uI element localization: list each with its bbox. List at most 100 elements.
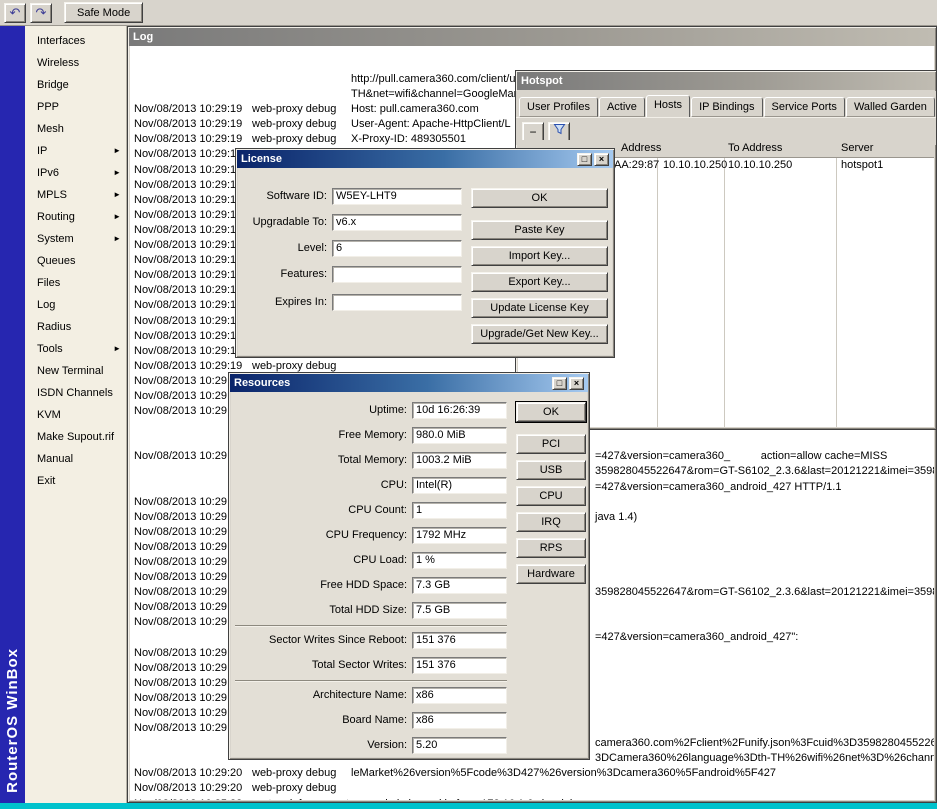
log-message-fragment: =427&version=camera360_ action=allow cac… bbox=[595, 450, 888, 463]
table-cell: 10.10.10.250 bbox=[728, 159, 793, 171]
dialog-button[interactable]: Hardware bbox=[516, 564, 586, 584]
sidebar-item[interactable]: Bridge bbox=[25, 74, 126, 96]
sidebar-item[interactable]: Wireless bbox=[25, 52, 126, 74]
redo-button[interactable]: ↷ bbox=[30, 2, 52, 23]
dialog-button[interactable]: CPU bbox=[516, 486, 586, 506]
sidebar-item[interactable]: New Terminal bbox=[25, 360, 126, 382]
column-separator bbox=[724, 140, 725, 427]
dialog-button[interactable]: RPS bbox=[516, 538, 586, 558]
sidebar-item[interactable]: ISDN Channels bbox=[25, 382, 126, 404]
hotspot-tab[interactable]: Active bbox=[598, 97, 645, 117]
field-value[interactable]: 5.20 bbox=[412, 737, 507, 754]
field-value[interactable]: 10d 16:26:39 bbox=[412, 402, 507, 419]
field-value[interactable] bbox=[332, 266, 462, 283]
safe-mode-button[interactable]: Safe Mode bbox=[64, 2, 144, 23]
sidebar-item[interactable]: IP ► bbox=[25, 140, 126, 162]
sidebar-item[interactable]: Tools ► bbox=[25, 338, 126, 360]
log-message-fragment: java 1.4) bbox=[595, 510, 638, 523]
dialog-button[interactable]: Update License Key bbox=[471, 298, 608, 318]
sidebar-item[interactable]: KVM bbox=[25, 404, 126, 426]
log-message: leMarket%26version%5Fcode%3D427%26versio… bbox=[351, 767, 776, 780]
column-header[interactable]: Server bbox=[841, 142, 873, 154]
field-value[interactable]: x86 bbox=[412, 687, 507, 704]
title-bar[interactable]: License □ × bbox=[237, 150, 613, 168]
log-topics: web-proxy debug bbox=[252, 133, 337, 146]
field-value[interactable]: 151 376 bbox=[412, 657, 507, 674]
field-value[interactable]: Intel(R) bbox=[412, 477, 507, 494]
hotspot-tab[interactable]: IP Bindings bbox=[691, 97, 763, 117]
log-row[interactable]: Nov/08/2013 10:29:20 web-proxy debug leM… bbox=[130, 766, 934, 781]
field-value[interactable]: v6.x bbox=[332, 214, 462, 231]
dialog-button[interactable]: OK bbox=[471, 188, 608, 208]
field-value[interactable]: W5EY-LHT9 bbox=[332, 188, 462, 205]
window-control-button[interactable]: × bbox=[594, 152, 609, 166]
sidebar-item[interactable]: Mesh bbox=[25, 118, 126, 140]
resources-dialog: Resources □ × Uptime: 10d 16:26:39 Free M… bbox=[228, 372, 590, 760]
undo-button[interactable]: ↶ bbox=[4, 2, 26, 23]
sidebar-item[interactable]: Make Supout.rif bbox=[25, 426, 126, 448]
window-control-button[interactable]: □ bbox=[552, 376, 567, 390]
title-bar[interactable]: Log bbox=[129, 28, 935, 46]
field-value[interactable]: 1 bbox=[412, 502, 507, 519]
window-control-button[interactable]: × bbox=[569, 376, 584, 390]
sidebar-item[interactable]: Radius bbox=[25, 316, 126, 338]
log-date: Nov/08/2013 10:29:19 bbox=[134, 284, 243, 297]
field-value[interactable] bbox=[332, 294, 462, 311]
main-toolbar: ↶ ↷ Safe Mode bbox=[0, 0, 937, 26]
filter-button[interactable] bbox=[548, 121, 570, 142]
sidebar-item[interactable]: Interfaces bbox=[25, 30, 126, 52]
hotspot-tab[interactable]: Hosts bbox=[645, 95, 691, 117]
dialog-button[interactable]: Import Key... bbox=[471, 246, 608, 266]
log-row[interactable]: Nov/08/2013 10:29:20 web-proxy debug bbox=[130, 781, 934, 796]
sidebar-item-label: Manual bbox=[37, 453, 74, 465]
field-value[interactable]: 6 bbox=[332, 240, 462, 257]
field-value[interactable]: 151 376 bbox=[412, 632, 507, 649]
sidebar-item[interactable]: MPLS ► bbox=[25, 184, 126, 206]
sidebar-item-label: IPv6 bbox=[37, 167, 60, 179]
dialog-button[interactable]: USB bbox=[516, 460, 586, 480]
dialog-button[interactable]: Upgrade/Get New Key... bbox=[471, 324, 608, 344]
field-value[interactable]: 7.5 GB bbox=[412, 602, 507, 619]
field-value[interactable]: 980.0 MiB bbox=[412, 427, 507, 444]
submenu-arrow-icon: ► bbox=[113, 234, 121, 243]
sidebar-item[interactable]: Files bbox=[25, 272, 126, 294]
submenu-arrow-icon: ► bbox=[113, 190, 121, 199]
brand-strip: RouterOS WinBox bbox=[0, 26, 25, 803]
field-label: Expires In: bbox=[275, 296, 327, 308]
sidebar-item[interactable]: PPP bbox=[25, 96, 126, 118]
field-label: Version: bbox=[367, 739, 407, 751]
dialog-button[interactable]: PCI bbox=[516, 434, 586, 454]
title-bar[interactable]: Resources □ × bbox=[230, 374, 588, 392]
field-value[interactable]: 1 % bbox=[412, 552, 507, 569]
field-value[interactable]: 7.3 GB bbox=[412, 577, 507, 594]
sidebar-item[interactable]: Exit bbox=[25, 470, 126, 492]
log-date: Nov/08/2013 10:29:19 bbox=[134, 269, 243, 282]
dialog-button[interactable]: Paste Key bbox=[471, 220, 608, 240]
field-value[interactable]: 1003.2 MiB bbox=[412, 452, 507, 469]
sidebar-item[interactable]: IPv6 ► bbox=[25, 162, 126, 184]
hotspot-tabs: User Profiles Active Hosts IP Bindings Servi… bbox=[516, 91, 936, 117]
hotspot-tab[interactable]: Walled Garden bbox=[845, 97, 935, 117]
column-header[interactable]: To Address bbox=[728, 142, 782, 154]
log-message-fragment: =427&version=camera360_android_427 HTTP/… bbox=[595, 480, 842, 493]
title-bar[interactable]: Hotspot bbox=[517, 72, 935, 90]
log-date: Nov/08/2013 10:29:19 bbox=[134, 223, 243, 236]
sidebar-item[interactable]: Log bbox=[25, 294, 126, 316]
column-header[interactable]: Address bbox=[621, 142, 661, 154]
window-control-button[interactable]: □ bbox=[577, 152, 592, 166]
sidebar-item[interactable]: Routing ► bbox=[25, 206, 126, 228]
hotspot-tab[interactable]: Service Ports bbox=[763, 97, 845, 117]
sidebar-item[interactable]: Manual bbox=[25, 448, 126, 470]
remove-button[interactable]: − bbox=[522, 121, 544, 142]
field-value[interactable]: 1792 MHz bbox=[412, 527, 507, 544]
log-row[interactable]: Nov/08/2013 10:35:38 system info account… bbox=[130, 797, 934, 801]
sidebar-item[interactable]: System ► bbox=[25, 228, 126, 250]
dialog-button[interactable]: OK bbox=[516, 402, 586, 422]
field-value[interactable]: x86 bbox=[412, 712, 507, 729]
log-date: Nov/08/2013 10:29:20 bbox=[134, 616, 243, 629]
sidebar-item-label: Files bbox=[37, 277, 61, 289]
sidebar-item[interactable]: Queues bbox=[25, 250, 126, 272]
hotspot-tab[interactable]: User Profiles bbox=[519, 97, 598, 117]
dialog-button[interactable]: Export Key... bbox=[471, 272, 608, 292]
dialog-button[interactable]: IRQ bbox=[516, 512, 586, 532]
